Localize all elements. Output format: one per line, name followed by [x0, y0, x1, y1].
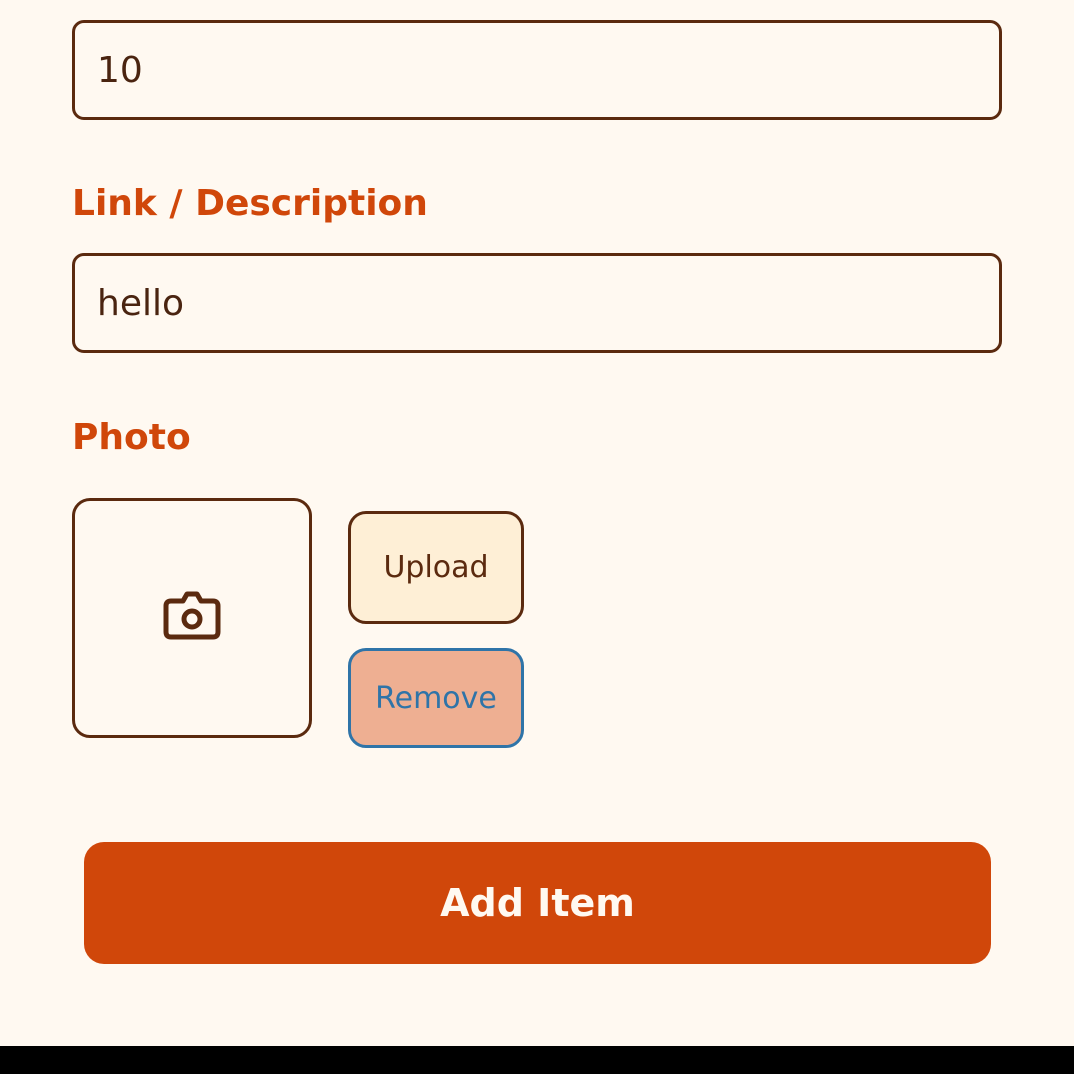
quantity-input[interactable] [72, 20, 1002, 120]
upload-button[interactable]: Upload [348, 511, 524, 624]
description-input[interactable] [72, 253, 1002, 353]
camera-icon [162, 590, 222, 646]
add-item-form-screen: Link / Description Photo Upload Remove A… [0, 0, 1074, 1046]
photo-preview[interactable] [72, 498, 312, 738]
add-item-button[interactable]: Add Item [84, 842, 991, 964]
photo-label: Photo [72, 417, 191, 458]
description-label: Link / Description [72, 183, 428, 224]
remove-button[interactable]: Remove [348, 648, 524, 748]
system-navigation-bar [0, 1046, 1074, 1074]
